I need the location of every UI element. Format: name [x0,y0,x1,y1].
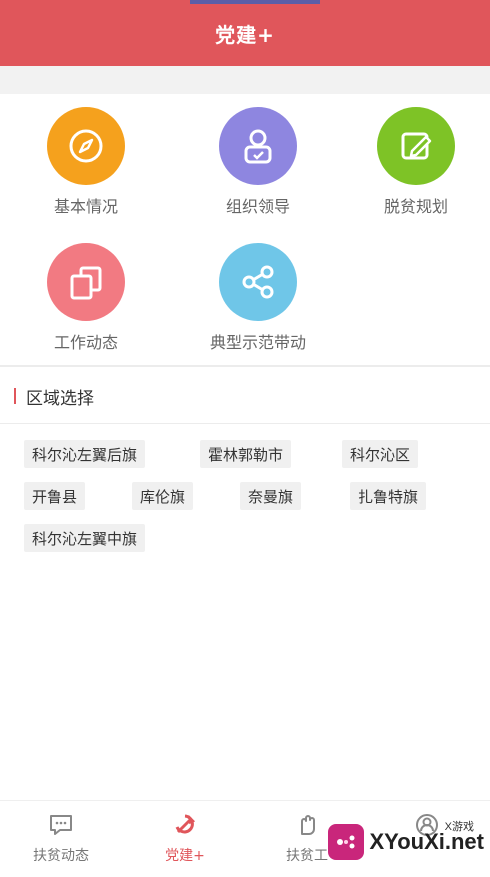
tab-party-building[interactable]: 党建+ [130,811,240,865]
region-chip[interactable]: 霍林郭勒市 [200,440,292,468]
region-chip[interactable]: 科尔沁左翼中旗 [24,524,146,552]
region-title: 区域选择 [26,388,94,409]
page-title: 党建+ [215,22,275,47]
compass-icon [47,107,125,185]
tile-org-leadership[interactable]: 组织领导 [178,107,338,217]
tile-model-demo[interactable]: 典型示范带动 [178,243,338,353]
header-band [0,66,490,94]
copy-icon [47,243,125,321]
tile-label: 基本情况 [53,197,118,216]
watermark-small: X游戏 [444,821,474,833]
region-section-title: 区域选择 [14,384,94,409]
tile-basic-info[interactable]: 基本情况 [6,107,166,217]
divider [0,423,490,424]
share-icon [219,243,297,321]
tile-label: 典型示范带动 [209,333,306,352]
region-chip[interactable]: 科尔沁区 [342,440,419,468]
app-header: 党建+ [0,0,490,66]
gamepad-logo-icon [327,824,364,860]
watermark: XYouXi.net X游戏 [314,818,484,866]
tile-label: 组织领导 [225,197,290,216]
tab-label: 党建+ [165,848,205,864]
tile-label: 工作动态 [53,333,118,352]
title-accent-bar [14,388,16,404]
region-chip[interactable]: 库伦旗 [132,482,194,510]
user-badge-icon [219,107,297,185]
tile-work-news[interactable]: 工作动态 [6,243,166,353]
region-chip[interactable]: 扎鲁特旗 [350,482,427,510]
tab-label: 扶贫动态 [33,848,89,864]
tile-label: 脱贫规划 [383,197,448,216]
status-strip [190,0,320,4]
edit-icon [377,107,455,185]
party-emblem-icon [130,811,240,839]
region-chip[interactable]: 开鲁县 [24,482,86,510]
message-icon [6,811,116,839]
region-chip[interactable]: 奈曼旗 [240,482,302,510]
divider [0,365,490,367]
tile-poverty-plan[interactable]: 脱贫规划 [336,107,490,217]
region-chip[interactable]: 科尔沁左翼后旗 [24,440,146,468]
tab-poverty-news[interactable]: 扶贫动态 [6,811,116,865]
